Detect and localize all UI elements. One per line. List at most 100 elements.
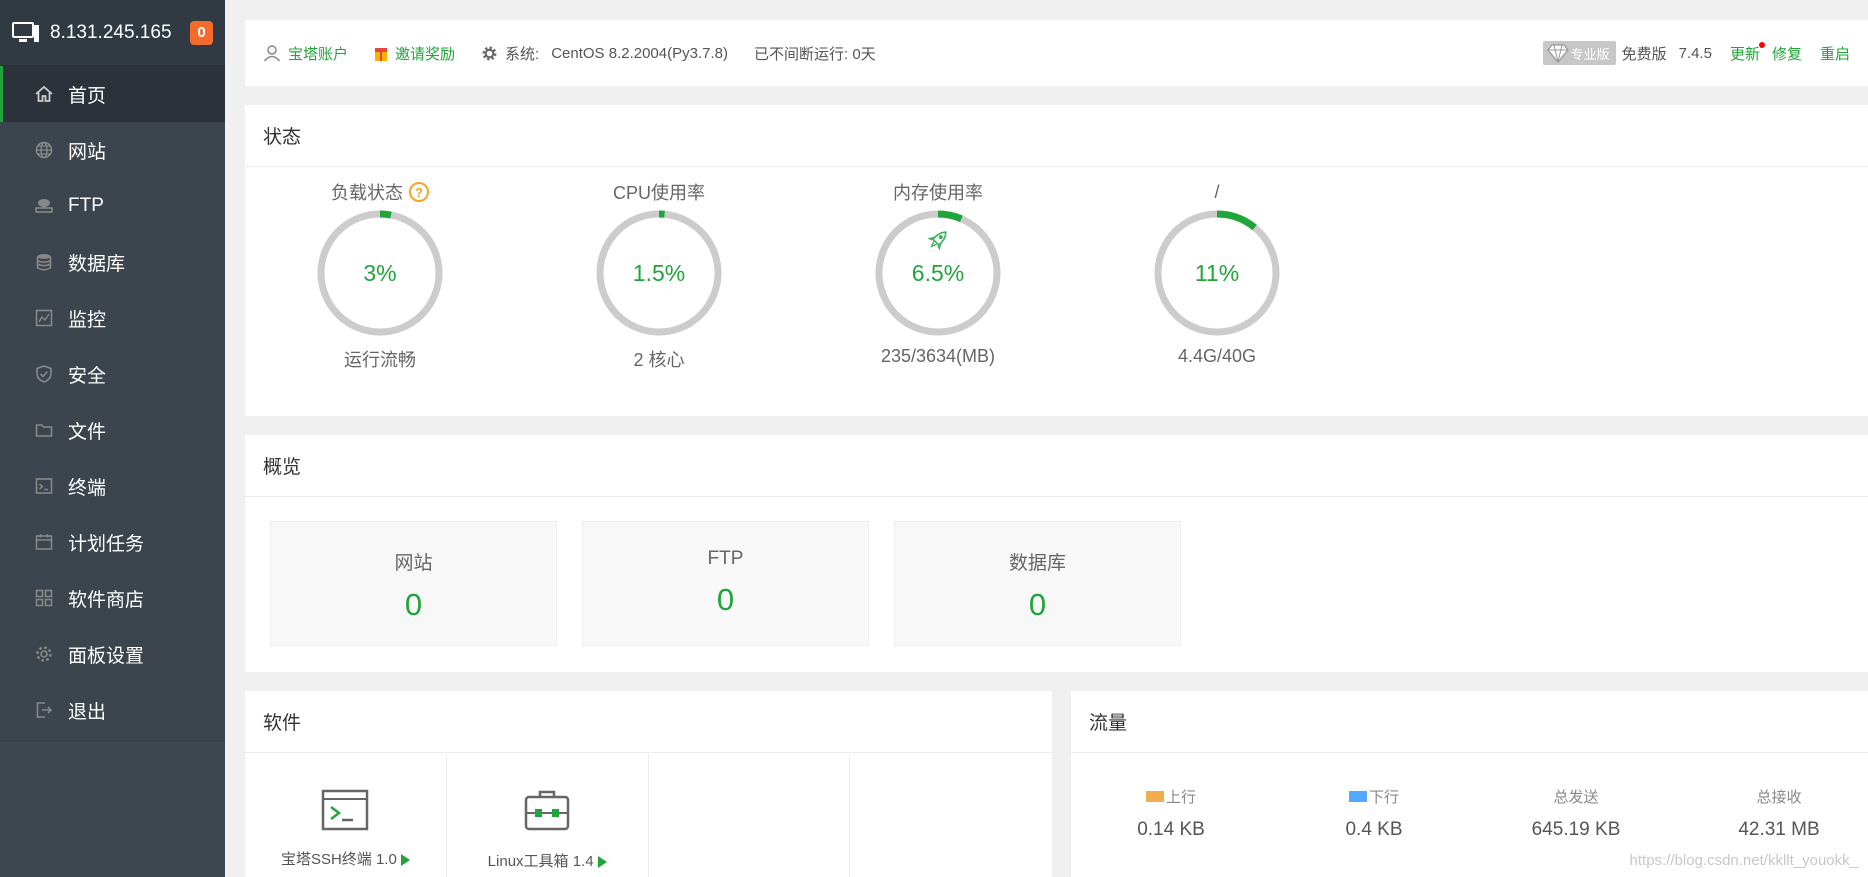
update-link[interactable]: 更新: [1730, 41, 1765, 64]
play-arrow-icon[interactable]: [400, 854, 410, 867]
sidebar-item-label: 首页: [68, 85, 107, 107]
overview-panel: 概览 网站 0 FTP 0 数据库 0: [245, 435, 1868, 672]
rocket-icon[interactable]: [927, 227, 951, 251]
overview-card-database[interactable]: 数据库 0: [894, 521, 1181, 646]
account-link[interactable]: 宝塔账户: [263, 43, 348, 64]
gauge-label: CPU使用率: [612, 183, 705, 203]
diamond-icon: [1546, 44, 1569, 63]
shield-icon: [33, 363, 55, 385]
gauge-value: 6.5%: [912, 260, 964, 286]
notice-count-badge[interactable]: 0: [190, 20, 213, 45]
overview-card-ftp[interactable]: FTP 0: [582, 521, 869, 646]
sidebar-item-cron[interactable]: 计划任务: [0, 514, 225, 570]
software-name: Linux工具箱 1.4: [487, 853, 594, 870]
software-slot-empty: [649, 754, 851, 877]
traffic-panel: 流量 上行 0.14 KB 下行 0.4 KB 总发送 645.19 KB 总接…: [1071, 691, 1868, 877]
top-info-bar: 宝塔账户 邀请奖励 系统: CentOS 8.2.2004(Py3.7.8) 已…: [245, 20, 1868, 86]
sidebar-item-terminal[interactable]: 终端: [0, 458, 225, 514]
sidebar-item-home[interactable]: 首页: [0, 66, 225, 122]
edition-label: 免费版: [1621, 45, 1667, 63]
sidebar-item-settings[interactable]: 面板设置: [0, 626, 225, 682]
gauge-value: 11%: [1195, 260, 1239, 286]
gauge-value: 3%: [363, 260, 396, 286]
gauge-label: 内存使用率: [893, 183, 983, 203]
software-panel: 软件 宝塔SSH终端 1.0 Linux工具箱 1.4: [245, 691, 1052, 877]
sidebar-item-label: 监控: [68, 309, 107, 331]
traffic-download: 下行 0.4 KB: [1274, 786, 1474, 841]
sidebar-item-security[interactable]: 安全: [0, 346, 225, 402]
version-number: 7.4.5: [1678, 44, 1712, 62]
ftp-icon: [33, 195, 55, 217]
calendar-icon: [33, 531, 55, 553]
sidebar-footer: [0, 740, 225, 877]
card-value[interactable]: 0: [895, 587, 1180, 623]
gauge-ring: 1.5%: [596, 210, 722, 336]
upload-legend-swatch: [1145, 791, 1164, 802]
gear-icon: [33, 643, 55, 665]
server-header[interactable]: 8.131.245.165 0: [0, 0, 225, 66]
sidebar-item-files[interactable]: 文件: [0, 402, 225, 458]
traffic-value: 0.4 KB: [1345, 819, 1403, 840]
sidebar-item-store[interactable]: 软件商店: [0, 570, 225, 626]
repair-link[interactable]: 修复: [1772, 43, 1802, 64]
home-icon: [33, 83, 55, 105]
ssh-terminal-icon: [322, 789, 369, 831]
software-item-toolbox[interactable]: Linux工具箱 1.4: [447, 754, 649, 877]
software-name: 宝塔SSH终端 1.0: [280, 851, 397, 868]
panel-title: 软件: [245, 691, 1052, 753]
help-icon[interactable]: ?: [409, 182, 429, 202]
main-content: 宝塔账户 邀请奖励 系统: CentOS 8.2.2004(Py3.7.8) 已…: [225, 0, 1868, 877]
gauge-ring: 6.5%: [875, 210, 1001, 336]
sidebar-item-label: 面板设置: [68, 645, 145, 667]
gauge-label: /: [1214, 181, 1220, 202]
terminal-icon: [33, 475, 55, 497]
load-gauge[interactable]: 负载状态? 3% 运行流畅: [290, 179, 470, 372]
sidebar-item-label: 文件: [68, 421, 107, 443]
gear-icon: [482, 46, 497, 60]
card-label: 网站: [394, 553, 433, 574]
cpu-gauge[interactable]: CPU使用率 1.5% 2 核心: [569, 179, 749, 372]
gauge-sub: 4.4G/40G: [1177, 346, 1257, 366]
card-value[interactable]: 0: [583, 582, 868, 618]
gauge-sub: 235/3634(MB): [880, 346, 996, 366]
card-label: FTP: [707, 548, 744, 569]
sidebar-item-monitor[interactable]: 监控: [0, 290, 225, 346]
sidebar-item-label: 网站: [68, 141, 107, 163]
sidebar-item-label: FTP: [68, 195, 104, 216]
invite-reward-link[interactable]: 邀请奖励: [374, 43, 455, 64]
logout-icon: [33, 699, 55, 721]
sidebar-item-label: 安全: [68, 365, 107, 387]
traffic-label: 总接收: [1756, 789, 1802, 806]
traffic-label: 总发送: [1553, 789, 1599, 806]
disk-gauge[interactable]: / 11% 4.4G/40G: [1127, 179, 1307, 367]
toolbox-icon: [524, 790, 570, 831]
restart-link[interactable]: 重启: [1820, 43, 1850, 64]
card-label: 数据库: [1008, 553, 1066, 574]
gauge-label: 负载状态: [331, 183, 403, 203]
system-info: 系统: CentOS 8.2.2004(Py3.7.8): [481, 43, 728, 64]
pro-edition-badge[interactable]: 专业版: [1542, 41, 1616, 65]
globe-icon: [33, 139, 55, 161]
sidebar-item-website[interactable]: 网站: [0, 122, 225, 178]
panel-title: 流量: [1071, 691, 1868, 753]
sidebar-item-logout[interactable]: 退出: [0, 682, 225, 738]
traffic-value: 42.31 MB: [1738, 819, 1820, 840]
software-grid: 宝塔SSH终端 1.0 Linux工具箱 1.4: [245, 754, 1052, 877]
database-icon: [33, 251, 55, 273]
uptime-info: 已不间断运行: 0天: [753, 45, 876, 63]
memory-gauge[interactable]: 内存使用率 6.5% 235/3634(MB): [848, 179, 1028, 367]
play-arrow-icon[interactable]: [597, 856, 607, 869]
card-value[interactable]: 0: [271, 587, 556, 623]
gauge-sub: 2 核心: [633, 350, 685, 370]
overview-card-website[interactable]: 网站 0: [270, 521, 557, 646]
traffic-label: 下行: [1368, 789, 1399, 806]
sidebar-item-ftp[interactable]: FTP: [0, 178, 225, 234]
traffic-total-received: 总接收 42.31 MB: [1679, 786, 1868, 841]
software-item-ssh[interactable]: 宝塔SSH终端 1.0: [245, 754, 447, 877]
sidebar-item-database[interactable]: 数据库: [0, 234, 225, 290]
sidebar-menu: 首页 网站 FTP 数据库 监控 安全 文件 终端 计划任务 软件商店 面板设置…: [0, 66, 225, 738]
sidebar-item-label: 软件商店: [68, 589, 145, 611]
sidebar-item-label: 数据库: [68, 253, 126, 275]
watermark: https://blog.csdn.net/kkllt_youokk_: [1629, 852, 1858, 869]
computer-icon: [12, 21, 39, 42]
